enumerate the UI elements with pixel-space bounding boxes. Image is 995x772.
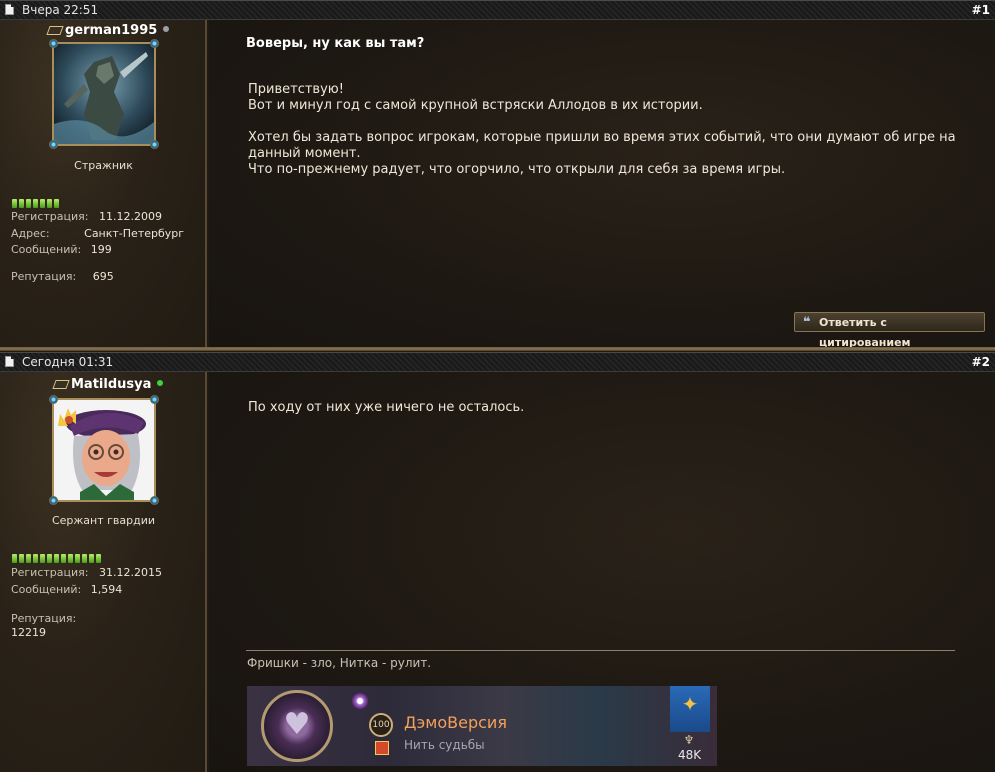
document-icon: [5, 4, 14, 15]
reputation-pip: [19, 199, 24, 208]
frame-gem-icon: [150, 140, 159, 149]
body-line: данный момент.: [248, 146, 361, 161]
username-text[interactable]: german1995: [65, 23, 157, 38]
frame-gem-icon: [150, 496, 159, 505]
reputation-bar: [12, 193, 61, 208]
frame-gem-icon: [49, 140, 58, 149]
banner-count: 48K: [678, 748, 702, 762]
post-content: Воверы, ну как вы там? Приветствую! Вот …: [209, 20, 995, 349]
reputation-pip: [54, 554, 59, 563]
user-rank-icon: [48, 25, 62, 35]
reputation-pip: [96, 554, 101, 563]
heart-emblem-icon: [261, 690, 333, 762]
body-line: [248, 114, 956, 130]
user-sidebar: Matildusya Сержант гвардии Регистрация: …: [0, 372, 207, 772]
frame-gem-icon: [49, 395, 58, 404]
gift-icon: [375, 741, 389, 755]
reputation-pip: [12, 554, 17, 563]
frame-gem-icon: [49, 496, 58, 505]
character-level: 100: [369, 713, 393, 737]
user-rank: Сержант гвардии: [51, 514, 156, 527]
frame-gem-icon: [49, 39, 58, 48]
avatar[interactable]: [49, 39, 159, 149]
guild-flag-icon: [670, 686, 710, 732]
info-posts: Сообщений: 1,594: [11, 583, 123, 596]
username[interactable]: Matildusya: [54, 377, 164, 392]
reputation-pip: [68, 554, 73, 563]
offline-status-icon: [163, 26, 170, 32]
reputation-pip: [82, 554, 87, 563]
post-date: Вчера 22:51: [22, 3, 99, 17]
reply-with-quote-label: Ответить с цитированием: [819, 316, 911, 349]
signature-text: Фришки - зло, Нитка - рулит.: [247, 656, 432, 670]
character-name: ДэмоВерсия: [404, 713, 507, 732]
post-number-link[interactable]: #1: [972, 1, 990, 19]
eye-icon: [351, 692, 369, 710]
post-title: Воверы, ну как вы там?: [246, 36, 425, 51]
reputation-pip: [12, 199, 17, 208]
reputation-pip: [47, 554, 52, 563]
body-line: Приветствую!: [248, 82, 344, 97]
body-line: Хотел бы задать вопрос игрокам, которые …: [248, 130, 956, 145]
frame-gem-icon: [150, 39, 159, 48]
info-address: Адрес: Санкт-Петербург: [11, 227, 185, 240]
reputation-bar: [12, 548, 103, 563]
avatar-image: [54, 400, 154, 500]
reputation-pip: [89, 554, 94, 563]
user-sidebar: german1995 Стражник Регистрация: 11.12.2…: [0, 20, 207, 347]
reputation-pip: [40, 199, 45, 208]
online-status-icon: [157, 380, 164, 386]
reputation-pip: [26, 199, 31, 208]
server-name: Нить судьбы: [404, 738, 485, 752]
post-number-link[interactable]: #2: [972, 353, 990, 371]
reputation-pip: [26, 554, 31, 563]
avatar[interactable]: [49, 395, 159, 505]
signature-divider: [246, 650, 955, 651]
reputation-pip: [75, 554, 80, 563]
post-content: По ходу от них уже ничего не осталось. Ф…: [209, 372, 995, 772]
body-line: По ходу от них уже ничего не осталось.: [248, 400, 525, 415]
info-registration: Регистрация: 11.12.2009: [11, 210, 162, 223]
reputation-pip: [33, 554, 38, 563]
game-character-banner[interactable]: 100 ДэмоВерсия Нить судьбы ♆ 48K: [247, 686, 717, 766]
reputation-pip: [19, 554, 24, 563]
user-rank: Стражник: [74, 159, 133, 172]
avatar-image: [54, 44, 154, 144]
post-header: Вчера 22:51 #1: [0, 0, 995, 20]
reputation-pip: [33, 199, 38, 208]
info-reputation: Репутация: 695: [11, 270, 114, 283]
reputation-pip: [54, 199, 59, 208]
user-rank-icon: [54, 379, 68, 389]
reputation-pip: [61, 554, 66, 563]
post-body: Приветствую! Вот и минул год с самой кру…: [248, 82, 956, 178]
post-body: По ходу от них уже ничего не осталось.: [248, 400, 524, 416]
username[interactable]: german1995: [48, 23, 170, 38]
document-icon: [5, 356, 14, 367]
post-separator: [0, 347, 995, 351]
reply-with-quote-button[interactable]: ❝ Ответить с цитированием: [794, 312, 985, 349]
username-text[interactable]: Matildusya: [71, 377, 151, 392]
post-header: Сегодня 01:31 #2: [0, 352, 995, 372]
reputation-pip: [47, 199, 52, 208]
info-posts: Сообщений: 199: [11, 243, 112, 256]
frame-gem-icon: [150, 395, 159, 404]
reputation-pip: [40, 554, 45, 563]
info-registration: Регистрация: 31.12.2015: [11, 566, 162, 579]
post-date: Сегодня 01:31: [22, 355, 114, 369]
info-reputation: Репутация: 12219: [11, 612, 77, 639]
quote-icon: ❝: [803, 315, 811, 330]
body-line: Вот и минул год с самой крупной встряски…: [248, 98, 703, 113]
body-line: Что по-прежнему радует, что огорчило, чт…: [248, 162, 786, 177]
faction-mask-icon: ♆: [683, 733, 695, 747]
